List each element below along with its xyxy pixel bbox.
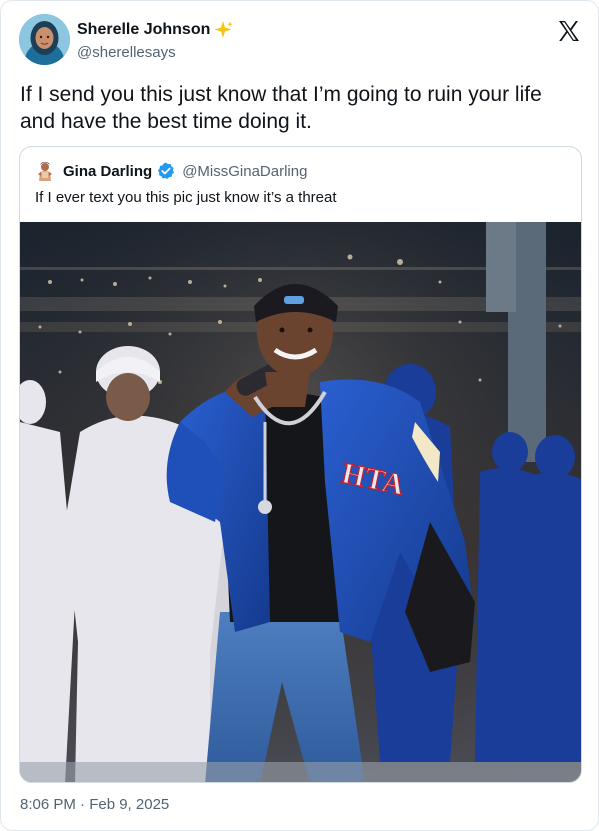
- tweet-card: Sherelle Johnson @sherellesays If I send…: [0, 0, 599, 831]
- quoted-author-display-name[interactable]: Gina Darling: [63, 163, 152, 180]
- tweet-timestamp[interactable]: 8:06 PM · Feb 9, 2025: [20, 796, 169, 813]
- author-avatar[interactable]: [19, 14, 70, 65]
- sparkle-icon: [214, 20, 234, 40]
- verified-badge-icon: [157, 162, 175, 180]
- author-name-row: Sherelle Johnson: [77, 20, 234, 40]
- quoted-author-avatar[interactable]: [35, 161, 55, 181]
- quoted-tweet-header: Gina Darling @MissGinaDarling: [35, 161, 307, 181]
- tweet-text: If I send you this just know that I’m go…: [20, 83, 542, 133]
- quoted-tweet-photo[interactable]: HTA: [20, 222, 581, 782]
- quoted-tweet-text: If I ever text you this pic just know it…: [35, 189, 337, 206]
- author-handle[interactable]: @sherellesays: [77, 44, 176, 61]
- quoted-tweet[interactable]: Gina Darling @MissGinaDarling If I ever …: [19, 146, 582, 783]
- quoted-author-handle[interactable]: @MissGinaDarling: [182, 163, 307, 180]
- tweet-header: Sherelle Johnson @sherellesays: [19, 14, 583, 68]
- x-logo-icon[interactable]: [557, 19, 581, 43]
- author-display-name[interactable]: Sherelle Johnson: [77, 21, 210, 39]
